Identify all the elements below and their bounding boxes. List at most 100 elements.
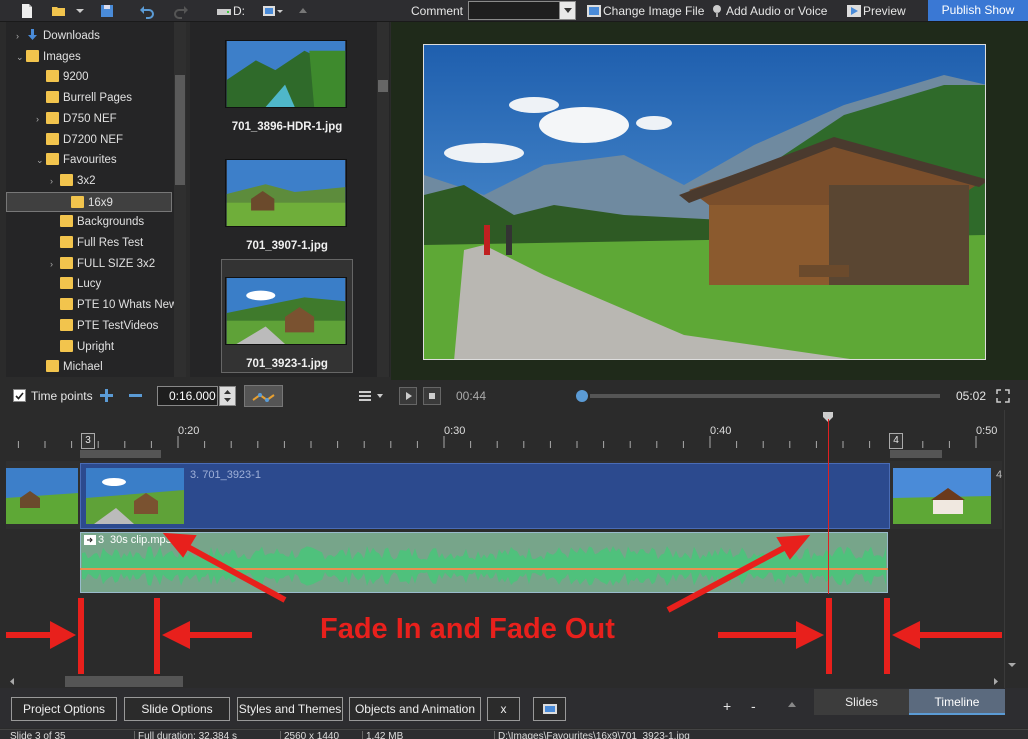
- tree-item[interactable]: Lucy: [50, 274, 101, 294]
- save-icon[interactable]: [99, 3, 115, 19]
- change-image-icon[interactable]: [586, 3, 602, 19]
- view-mode-icon[interactable]: [262, 3, 284, 19]
- tree-item[interactable]: ⌄ Favourites: [36, 150, 117, 170]
- thumbnails-scroll-thumb[interactable]: [378, 80, 388, 92]
- slide-marker-3[interactable]: 3: [81, 433, 95, 449]
- timeline-hscroll-thumb[interactable]: [65, 676, 183, 687]
- transition-bar-left: [80, 450, 161, 458]
- tree-expand-icon[interactable]: ›: [50, 254, 60, 274]
- tab-slides[interactable]: Slides: [814, 689, 909, 715]
- styles-themes-button[interactable]: Styles and Themes: [237, 697, 343, 721]
- tree-item[interactable]: › D750 NEF: [36, 109, 117, 129]
- folder-icon: [60, 339, 73, 352]
- collapse-up-icon[interactable]: [787, 700, 797, 708]
- menu-icon[interactable]: [359, 389, 387, 403]
- tab-timeline[interactable]: Timeline: [909, 689, 1005, 715]
- comment-dropdown[interactable]: [468, 1, 576, 20]
- scroll-left-icon[interactable]: [8, 677, 16, 686]
- redo-icon[interactable]: [173, 3, 189, 19]
- customize-slide-button[interactable]: [533, 697, 566, 721]
- chevron-down-icon[interactable]: [75, 3, 85, 19]
- tree-scroll-thumb[interactable]: [175, 75, 185, 185]
- new-file-icon[interactable]: [19, 3, 35, 19]
- tree-item[interactable]: Burrell Pages: [36, 88, 132, 108]
- tree-item-label: D750 NEF: [63, 112, 117, 125]
- ruler-label-0-50: 0:50: [976, 425, 998, 437]
- preview-icon[interactable]: [846, 3, 862, 19]
- scroll-down-icon[interactable]: [1007, 661, 1017, 669]
- zoom-out-button[interactable]: -: [751, 698, 756, 714]
- publish-show-button[interactable]: Publish Show: [928, 0, 1028, 21]
- tree-item[interactable]: Backgrounds: [50, 212, 144, 232]
- scroll-right-icon[interactable]: [992, 677, 1000, 686]
- tree-expand-icon[interactable]: ›: [36, 109, 46, 129]
- status-size: 1.42 MB: [362, 731, 403, 739]
- up-arrow-icon[interactable]: [298, 3, 308, 19]
- next-slide-thumbnail[interactable]: [893, 468, 991, 524]
- fullscreen-icon[interactable]: [996, 389, 1010, 403]
- drive-label[interactable]: D:: [233, 4, 245, 18]
- current-time: 00:44: [456, 389, 487, 403]
- tree-item[interactable]: PTE TestVideos: [50, 316, 158, 336]
- download-icon: [26, 28, 39, 40]
- slide-options-button[interactable]: Slide Options: [124, 697, 230, 721]
- microphone-icon[interactable]: [709, 3, 725, 19]
- time-points-checkbox[interactable]: [13, 389, 26, 402]
- stop-icon[interactable]: [423, 387, 441, 405]
- play-icon[interactable]: [399, 387, 417, 405]
- thumbnail-2[interactable]: 701_3907-1.jpg: [225, 159, 349, 252]
- tree-expand-icon[interactable]: ⌄: [36, 150, 46, 170]
- status-path: D:\Images\Favourites\16x9\701_3923-1.jpg: [494, 731, 690, 739]
- tree-expand-icon[interactable]: ⌄: [16, 47, 26, 67]
- comment-dropdown-arrow[interactable]: [559, 2, 575, 19]
- timeline-vertical-scrollbar[interactable]: [1004, 410, 1021, 688]
- active-slide-thumbnail[interactable]: [86, 468, 184, 524]
- tree-item[interactable]: Michael: [36, 357, 103, 377]
- tree-item[interactable]: Full Res Test: [50, 233, 143, 253]
- thumbnail-1[interactable]: 701_3896-HDR-1.jpg: [225, 40, 349, 133]
- tree-item-label: 3x2: [77, 174, 96, 187]
- add-time-point-icon[interactable]: [99, 388, 114, 403]
- spinner-arrows-icon[interactable]: [220, 387, 235, 405]
- folder-icon: [60, 256, 73, 269]
- thumbnail-image-1[interactable]: [225, 40, 347, 108]
- preview-image[interactable]: [423, 44, 986, 360]
- status-slide: Slide 3 of 35: [10, 731, 66, 739]
- x-button[interactable]: x: [487, 697, 520, 721]
- project-options-button[interactable]: Project Options: [11, 697, 117, 721]
- time-point-spinner[interactable]: [219, 386, 236, 406]
- tree-expand-icon[interactable]: ›: [16, 26, 26, 46]
- tree-item[interactable]: ⌄ Images: [16, 47, 81, 67]
- undo-icon[interactable]: [139, 3, 155, 19]
- tree-item[interactable]: D7200 NEF: [36, 130, 123, 150]
- tree-expand-icon[interactable]: ›: [50, 171, 60, 191]
- prev-slide-thumbnail[interactable]: [6, 468, 78, 524]
- slide-marker-4[interactable]: 4: [889, 433, 903, 449]
- tree-item[interactable]: 16x9: [6, 191, 172, 212]
- thumbnail-image-3[interactable]: [225, 277, 347, 345]
- tree-item[interactable]: › Downloads: [16, 26, 100, 46]
- playback-scrubber[interactable]: [575, 389, 589, 403]
- objects-animation-button[interactable]: Objects and Animation: [349, 697, 481, 721]
- tree-item[interactable]: Upright: [50, 337, 114, 357]
- spline-button[interactable]: [244, 385, 283, 407]
- tree-item[interactable]: PTE 10 Whats New: [50, 295, 177, 315]
- tree-item[interactable]: › 3x2: [50, 171, 96, 191]
- thumbnail-image-2[interactable]: [225, 159, 347, 227]
- tree-item[interactable]: 9200: [36, 67, 89, 87]
- drive-icon[interactable]: [216, 3, 232, 19]
- open-folder-icon[interactable]: [51, 3, 67, 19]
- zoom-in-button[interactable]: +: [723, 698, 731, 714]
- thumbnail-3[interactable]: 701_3923-1.jpg: [225, 277, 349, 370]
- change-image-button[interactable]: Change Image File: [603, 4, 704, 18]
- thumbnails-scrollbar[interactable]: [377, 22, 389, 377]
- time-point-input[interactable]: 0:16.000: [157, 386, 218, 406]
- tree-item[interactable]: › FULL SIZE 3x2: [50, 254, 155, 274]
- remove-time-point-icon[interactable]: [128, 388, 143, 403]
- total-time: 05:02: [956, 389, 987, 403]
- folder-icon: [46, 153, 59, 166]
- tree-item-label: FULL SIZE 3x2: [77, 257, 156, 270]
- add-audio-button[interactable]: Add Audio or Voice: [726, 4, 827, 18]
- playback-progress-track[interactable]: [590, 394, 940, 398]
- preview-button[interactable]: Preview: [863, 4, 906, 18]
